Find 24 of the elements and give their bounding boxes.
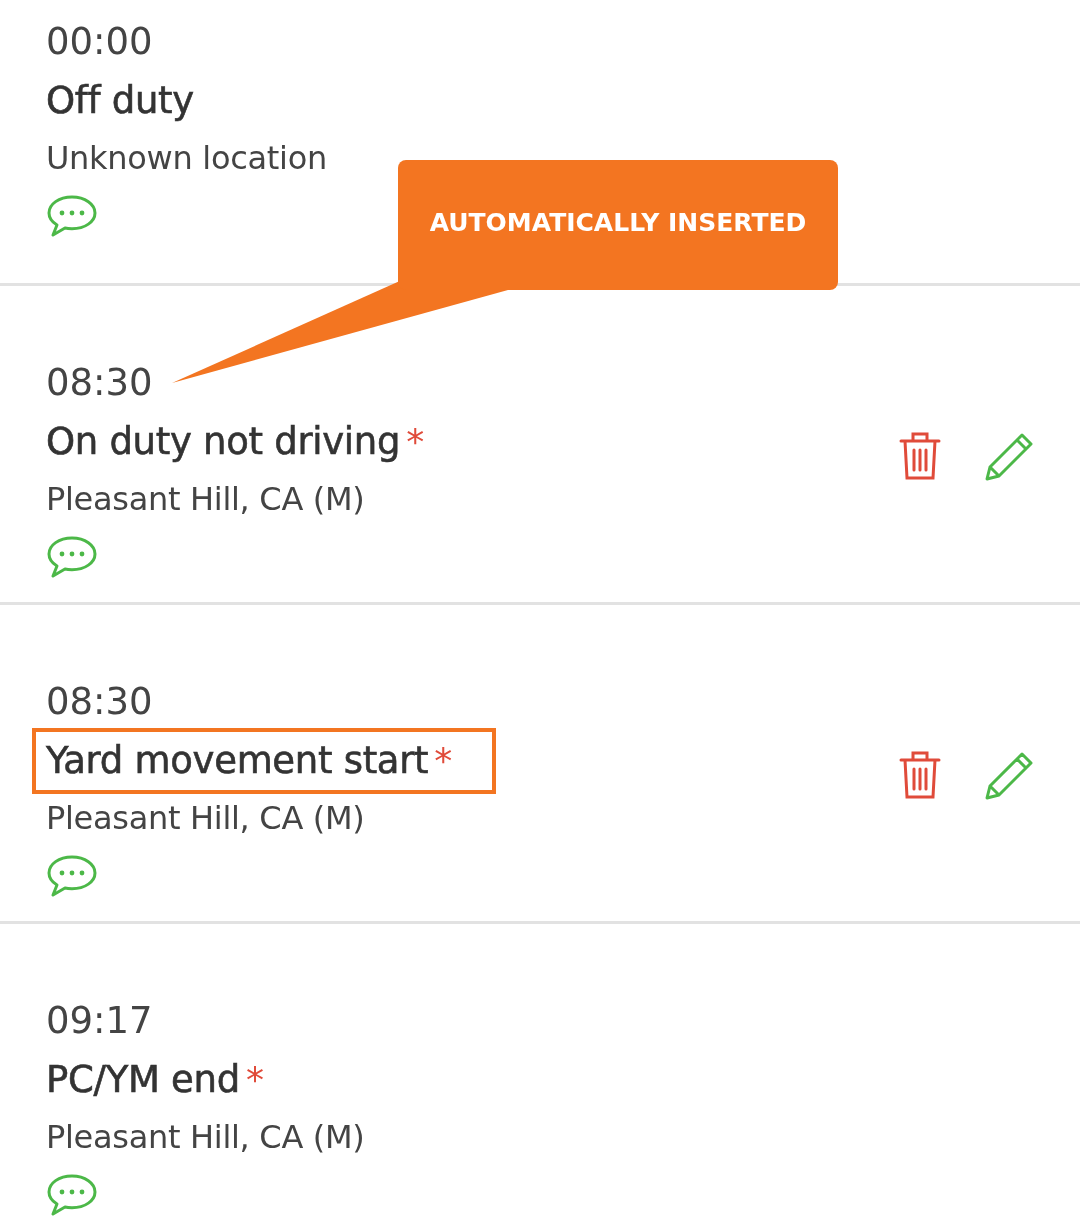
entry-status: Off duty	[46, 78, 194, 124]
entry-time: 08:30	[46, 679, 153, 725]
entry-status: PC/YM end	[46, 1057, 240, 1103]
trash-icon	[898, 430, 942, 482]
required-mark: *	[434, 739, 453, 783]
entry-status: On duty not driving	[46, 419, 401, 465]
delete-button[interactable]	[898, 430, 942, 482]
delete-button[interactable]	[898, 749, 942, 801]
comment-icon[interactable]	[46, 194, 98, 238]
entry-time: 09:17	[46, 998, 153, 1044]
trash-icon	[898, 749, 942, 801]
entry-status: Yard movement start	[46, 738, 429, 784]
entry-location: Unknown location	[46, 138, 327, 179]
entry-location: Pleasant Hill, CA (M)	[46, 798, 365, 839]
entry-location: Pleasant Hill, CA (M)	[46, 479, 365, 520]
comment-icon[interactable]	[46, 854, 98, 898]
entry-time: 00:00	[46, 19, 153, 65]
comment-icon[interactable]	[46, 1173, 98, 1217]
required-mark: *	[245, 1058, 264, 1102]
entry-location: Pleasant Hill, CA (M)	[46, 1117, 365, 1158]
required-mark: *	[406, 420, 425, 464]
entry-time: 08:30	[46, 360, 153, 406]
callout-label: AUTOMATICALLY INSERTED	[398, 160, 838, 290]
comment-icon[interactable]	[46, 535, 98, 579]
